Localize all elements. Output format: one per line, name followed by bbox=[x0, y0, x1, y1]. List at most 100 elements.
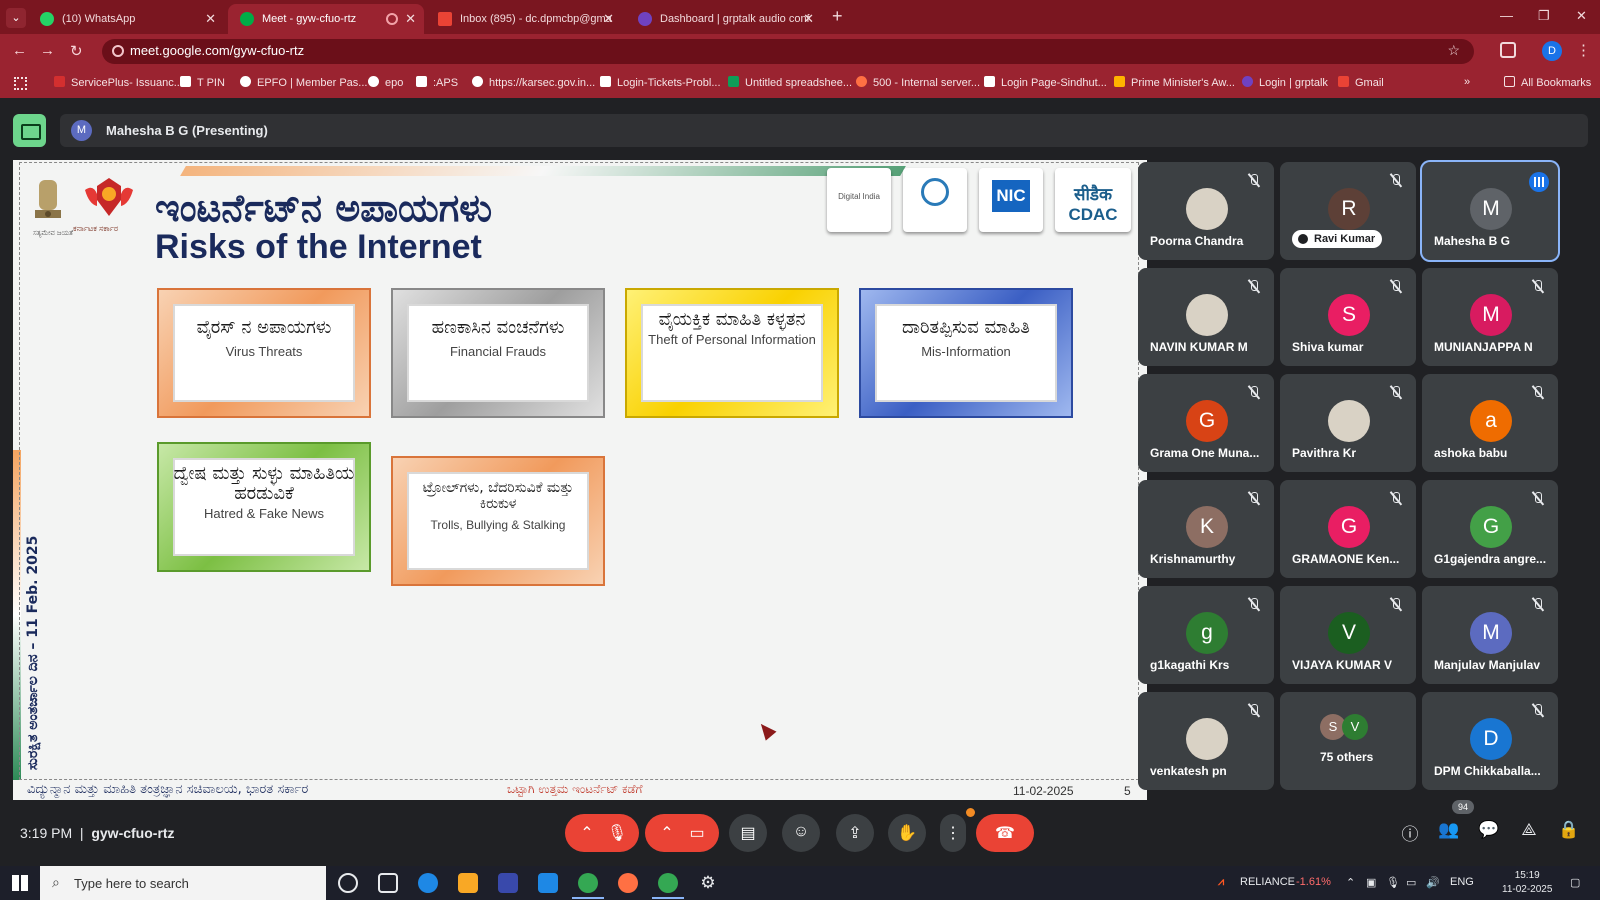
page-icon bbox=[180, 76, 191, 87]
close-tab-icon[interactable]: ✕ bbox=[603, 4, 614, 34]
firefox-icon[interactable] bbox=[618, 873, 638, 893]
new-tab-button[interactable]: + bbox=[832, 6, 843, 27]
network-icon[interactable]: ▭ bbox=[1406, 876, 1416, 889]
bookmark-item[interactable]: https://karsec.gov.in... bbox=[472, 76, 595, 89]
participant-tile[interactable]: M Manjulav Manjulav bbox=[1422, 586, 1558, 684]
close-tab-icon[interactable]: ✕ bbox=[405, 4, 416, 34]
profile-avatar[interactable]: D bbox=[1542, 41, 1562, 61]
bookmark-item[interactable]: Login | grptalk bbox=[1242, 76, 1328, 89]
close-tab-icon[interactable]: ✕ bbox=[803, 4, 814, 34]
participant-tile[interactable]: venkatesh pn bbox=[1138, 692, 1274, 790]
participant-tile[interactable]: M Mahesha B G bbox=[1422, 162, 1558, 260]
bookmark-item[interactable]: Prime Minister's Aw... bbox=[1114, 76, 1235, 89]
reload-button[interactable]: ↻ bbox=[70, 42, 83, 60]
raise-hand-button[interactable]: ✋ bbox=[888, 814, 926, 852]
microphone-tray-icon[interactable]: 🎙 bbox=[1386, 876, 1400, 889]
bookmark-item[interactable]: Login Page-Sindhut... bbox=[984, 76, 1107, 89]
slogan-footer: ಒಟ್ಟಾಗಿ ಉತ್ತಮ ಇಂಟರ್ನೆಟ್ ಕಡೆಗೆ bbox=[507, 782, 643, 796]
edge-icon[interactable] bbox=[418, 873, 438, 893]
meet-tray-icon[interactable]: ▣ bbox=[1366, 876, 1376, 889]
taskbar-search[interactable]: ⌕ Type here to search bbox=[40, 866, 326, 900]
url-text: meet.google.com/gyw-cfuo-rtz bbox=[130, 43, 305, 58]
participant-tile[interactable]: R Ravi Kumar bbox=[1280, 162, 1416, 260]
participant-tile[interactable]: S V 75 others bbox=[1280, 692, 1416, 790]
bookmark-item[interactable]: epo bbox=[368, 76, 403, 89]
store-icon[interactable] bbox=[498, 873, 518, 893]
present-button[interactable]: ⇪ bbox=[836, 814, 874, 852]
bookmark-star-icon[interactable]: ☆ bbox=[1447, 42, 1460, 59]
participant-tile[interactable]: Poorna Chandra bbox=[1138, 162, 1274, 260]
people-button[interactable]: 👥 bbox=[1436, 820, 1462, 846]
risk-card-virus: ವೈರಸ್ ನ ಅಪಾಯಗಳು Virus Threats bbox=[157, 288, 371, 418]
forward-button[interactable]: → bbox=[40, 42, 55, 59]
bookmark-item[interactable]: Login-Tickets-Probl... bbox=[600, 76, 721, 89]
address-bar[interactable]: meet.google.com/gyw-cfuo-rtz ☆ bbox=[102, 39, 1474, 64]
participant-tile[interactable]: S Shiva kumar bbox=[1280, 268, 1416, 366]
tab-grptalk[interactable]: Dashboard | grptalk audio conf ✕ bbox=[626, 4, 822, 34]
participant-tile[interactable]: V VIJAYA KUMAR V bbox=[1280, 586, 1416, 684]
bookmark-item[interactable]: 500 - Internal server... bbox=[856, 76, 980, 89]
participant-tile[interactable]: a ashoka babu bbox=[1422, 374, 1558, 472]
captions-button[interactable]: ▤ bbox=[729, 814, 767, 852]
reactions-button[interactable]: ☺ bbox=[782, 814, 820, 852]
more-bookmarks-button[interactable]: » bbox=[1464, 76, 1470, 88]
stock-name[interactable]: RELIANCE bbox=[1240, 876, 1295, 888]
participant-tile[interactable]: g g1kagathi Krs bbox=[1138, 586, 1274, 684]
tray-chevron-icon[interactable]: ⌃ bbox=[1346, 876, 1355, 889]
input-language[interactable]: ENG bbox=[1450, 876, 1474, 888]
chrome-menu-icon[interactable]: ⋮ bbox=[1576, 41, 1591, 59]
host-controls-button[interactable]: 🔒 bbox=[1556, 820, 1582, 846]
cortana-icon[interactable] bbox=[338, 873, 358, 893]
mic-muted-icon bbox=[1390, 174, 1402, 188]
participant-tile[interactable]: NAVIN KUMAR M bbox=[1138, 268, 1274, 366]
tab-search-menu[interactable]: ⌄ bbox=[6, 8, 26, 28]
back-button[interactable]: ← bbox=[12, 42, 27, 59]
participant-tile[interactable]: M MUNIANJAPPA N bbox=[1422, 268, 1558, 366]
participant-tile[interactable]: K Krishnamurthy bbox=[1138, 480, 1274, 578]
task-view-icon[interactable] bbox=[378, 873, 398, 893]
windows-start-icon[interactable] bbox=[12, 875, 28, 891]
extensions-icon[interactable] bbox=[1500, 42, 1516, 58]
aps-icon bbox=[416, 76, 427, 87]
chrome-icon[interactable] bbox=[578, 873, 598, 893]
bookmark-item[interactable]: :APS bbox=[416, 76, 458, 89]
participant-tile[interactable]: G GRAMAONE Ken... bbox=[1280, 480, 1416, 578]
participant-tile[interactable]: Pavithra Kr bbox=[1280, 374, 1416, 472]
layout-toggle-button[interactable] bbox=[13, 114, 46, 147]
bookmark-item[interactable]: EPFO | Member Pas... bbox=[240, 76, 367, 89]
taskbar-search-placeholder: Type here to search bbox=[74, 876, 189, 891]
file-explorer-icon[interactable] bbox=[458, 873, 478, 893]
chat-button[interactable]: 💬 bbox=[1476, 820, 1502, 846]
close-tab-icon[interactable]: ✕ bbox=[205, 4, 216, 34]
bookmark-item[interactable]: Gmail bbox=[1338, 76, 1384, 89]
chrome-profile-icon[interactable] bbox=[658, 873, 678, 893]
tab-meet[interactable]: Meet - gyw-cfuo-rtz ✕ bbox=[228, 4, 424, 34]
mail-icon[interactable] bbox=[538, 873, 558, 893]
more-options-button[interactable]: ⋮ bbox=[940, 814, 966, 852]
tab-whatsapp[interactable]: (10) WhatsApp ✕ bbox=[28, 4, 224, 34]
settings-gear-icon[interactable]: ⚙ bbox=[698, 873, 718, 893]
window-close-button[interactable]: ✕ bbox=[1576, 8, 1587, 24]
system-clock[interactable]: 15:19 11-02-2025 bbox=[1502, 869, 1552, 897]
meeting-details-button[interactable]: ⓘ bbox=[1397, 820, 1423, 846]
mic-muted-icon bbox=[1532, 598, 1544, 612]
notifications-icon[interactable]: ▢ bbox=[1570, 876, 1580, 889]
leave-call-button[interactable]: ☎ bbox=[976, 814, 1034, 852]
participant-photo bbox=[1186, 718, 1228, 760]
activities-button[interactable]: ⟁ bbox=[1516, 820, 1542, 846]
participant-tile[interactable]: G G1gajendra angre... bbox=[1422, 480, 1558, 578]
camera-toggle-button[interactable]: ⌃ ▭ bbox=[645, 814, 719, 852]
site-info-icon[interactable] bbox=[112, 45, 124, 57]
all-bookmarks-button[interactable]: All Bookmarks bbox=[1504, 76, 1591, 89]
tab-title: Inbox (895) - dc.dpmcbp@gma bbox=[460, 13, 612, 25]
bookmark-item[interactable]: Untitled spreadshee... bbox=[728, 76, 852, 89]
tab-gmail[interactable]: Inbox (895) - dc.dpmcbp@gma ✕ bbox=[426, 4, 622, 34]
bookmark-item[interactable]: ServicePlus- Issuanc... bbox=[54, 76, 183, 89]
participant-tile[interactable]: G Grama One Muna... bbox=[1138, 374, 1274, 472]
volume-icon[interactable]: 🔊 bbox=[1426, 876, 1440, 889]
minimize-button[interactable]: — bbox=[1500, 8, 1513, 23]
apps-grid-icon[interactable] bbox=[14, 77, 27, 90]
participant-tile[interactable]: D DPM Chikkaballa... bbox=[1422, 692, 1558, 790]
restore-button[interactable]: ❐ bbox=[1538, 8, 1550, 24]
bookmark-item[interactable]: T PIN bbox=[180, 76, 225, 89]
